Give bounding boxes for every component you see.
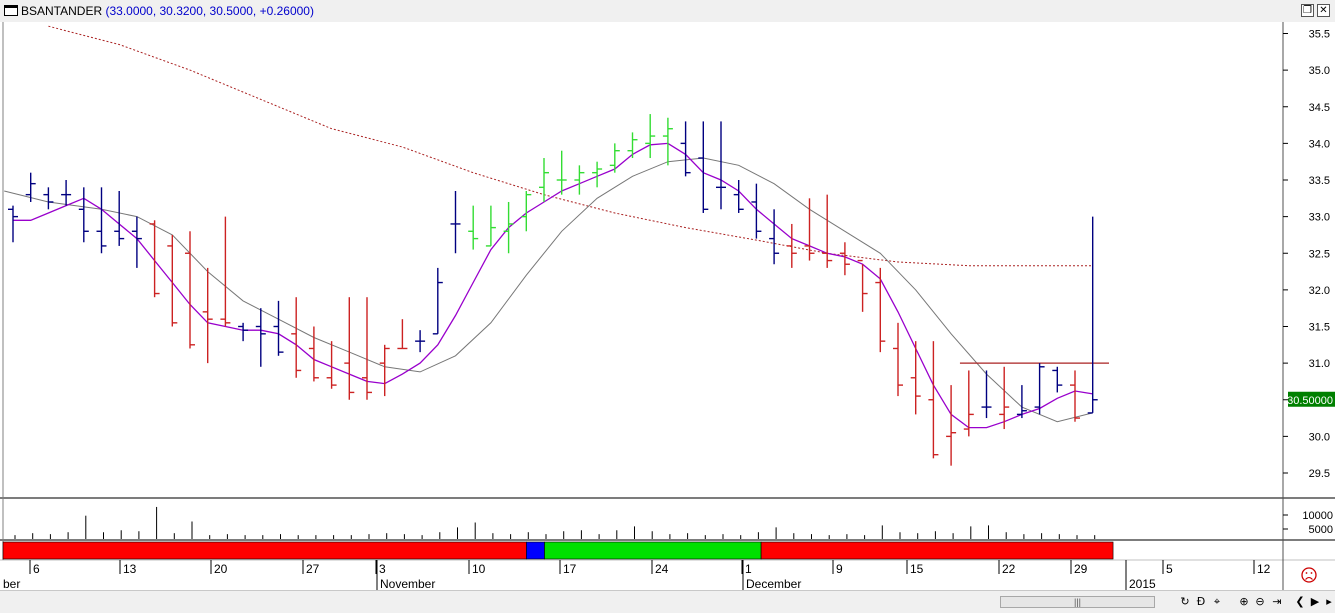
- signal-segment: [544, 541, 762, 560]
- price-tick-label: 32.0: [1309, 285, 1330, 297]
- month-label: November: [380, 577, 435, 590]
- price-tick-label: 34.5: [1309, 102, 1330, 114]
- price-tick-label: 32.5: [1309, 248, 1330, 260]
- signal-segment: [760, 541, 1114, 560]
- face-eye-left: [1305, 572, 1308, 574]
- refresh-icon[interactable]: ↻: [1178, 594, 1192, 610]
- day-label: 10: [472, 562, 486, 576]
- volume-tick-label: 10000: [1302, 510, 1333, 522]
- day-label: 6: [33, 562, 40, 576]
- zoom-out-icon[interactable]: ⊖: [1253, 594, 1267, 610]
- close-icon[interactable]: ✕: [1317, 4, 1330, 17]
- scroll-grip: |||: [1073, 597, 1081, 607]
- day-label: 1: [745, 562, 752, 576]
- price-tick-label: 33.5: [1309, 175, 1330, 187]
- month-label: December: [746, 577, 801, 590]
- price-tick-label: 35.5: [1309, 29, 1330, 41]
- signal-segment: [2, 541, 527, 560]
- chart-title: BSANTANDER (33.0000, 30.3200, 30.5000, +…: [21, 4, 314, 18]
- price-tick-label: 31.0: [1309, 358, 1330, 370]
- day-label: 15: [910, 562, 924, 576]
- scroll-end-icon[interactable]: ▸: [1322, 594, 1335, 610]
- signal-segment: [526, 541, 545, 560]
- day-label: 12: [1257, 562, 1271, 576]
- scroll-left-icon[interactable]: ❮: [1293, 594, 1307, 610]
- current-price-label: 30.50000: [1287, 395, 1333, 407]
- day-label: 17: [563, 562, 577, 576]
- day-label: 9: [836, 562, 843, 576]
- month-label: ber: [3, 577, 20, 590]
- price-tick-label: 33.0: [1309, 212, 1330, 224]
- month-label: 2015: [1129, 577, 1156, 590]
- price-tick-label: 34.0: [1309, 138, 1330, 150]
- chart-bottom-toolbar: ||| ↻ Ð ⌖ ⊕ ⊖ ⇥ ❮ ▶ ▸: [0, 590, 1335, 613]
- symbol-values: (33.0000, 30.3200, 30.5000, +0.26000): [105, 4, 314, 18]
- day-label: 24: [655, 562, 669, 576]
- chart-background: [0, 22, 1335, 590]
- day-label: 3: [379, 562, 386, 576]
- horizontal-scrollbar-thumb[interactable]: |||: [1000, 596, 1155, 608]
- volume-tick-label: 5000: [1309, 524, 1333, 536]
- draw-icon[interactable]: Ð: [1194, 594, 1208, 610]
- day-label: 5: [1166, 562, 1173, 576]
- price-tick-label: 29.5: [1309, 468, 1330, 480]
- chart-window-titlebar: BSANTANDER (33.0000, 30.3200, 30.5000, +…: [0, 0, 1335, 23]
- price-tick-label: 30.0: [1309, 431, 1330, 443]
- window-icon: [4, 5, 18, 16]
- symbol-name: BSANTANDER: [21, 4, 103, 18]
- price-chart[interactable]: 29.530.030.531.031.532.032.533.033.534.0…: [0, 22, 1335, 590]
- price-tick-label: 31.5: [1309, 322, 1330, 334]
- crosshair-icon[interactable]: ⌖: [1210, 594, 1224, 610]
- day-label: 13: [123, 562, 137, 576]
- day-label: 22: [1002, 562, 1016, 576]
- day-label: 27: [306, 562, 320, 576]
- restore-icon[interactable]: ❐: [1301, 4, 1314, 17]
- scroll-right-icon[interactable]: ▶: [1308, 594, 1322, 610]
- zoom-icon[interactable]: ⊕: [1237, 594, 1251, 610]
- day-label: 29: [1074, 562, 1088, 576]
- face-eye-right: [1310, 572, 1313, 574]
- price-tick-label: 35.0: [1309, 65, 1330, 77]
- end-icon[interactable]: ⇥: [1270, 594, 1284, 610]
- day-label: 20: [214, 562, 228, 576]
